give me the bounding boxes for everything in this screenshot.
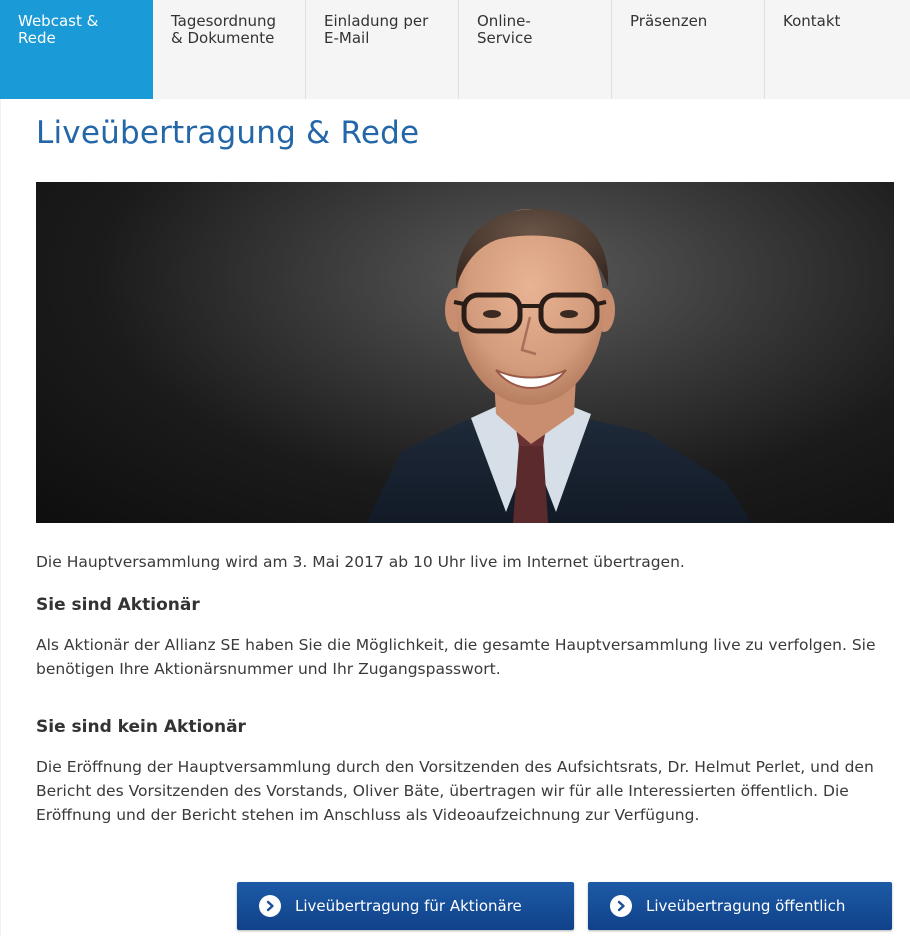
shareholder-text: Als Aktionär der Allianz SE haben Sie di… [36,636,876,678]
livestream-shareholders-button[interactable]: Liveübertragung für Aktionäre [237,882,574,930]
tab-webcast-rede[interactable]: Webcast & Rede [0,0,153,99]
tab-tagesordnung-dokumente[interactable]: Tagesordnung & Dokumente [153,0,306,99]
main-content: Liveübertragung & Rede Die Hauptversamml… [0,99,910,936]
intro-text: Die Hauptversammlung wird am 3. Mai 2017… [36,553,685,571]
tab-praesenzen[interactable]: Präsenzen [612,0,765,99]
page-title: Liveübertragung & Rede [36,115,420,151]
chevron-right-circle-icon [259,895,281,917]
chevron-right-circle-icon [610,895,632,917]
non-shareholder-text: Die Eröffnung der Hauptversammlung durch… [36,758,874,824]
heading-shareholder: Sie sind Aktionär [36,595,200,615]
tab-online-service[interactable]: Online- Service [459,0,612,99]
livestream-shareholders-label: Liveübertragung für Aktionäre [295,897,522,915]
livestream-public-button[interactable]: Liveübertragung öffentlich [588,882,892,930]
tab-kontakt[interactable]: Kontakt [765,0,910,99]
speaker-portrait-image [36,182,894,523]
livestream-public-label: Liveübertragung öffentlich [646,897,846,915]
tab-bar: Webcast & Rede Tagesordnung & Dokumente … [0,0,910,99]
heading-non-shareholder: Sie sind kein Aktionär [36,717,246,737]
tab-einladung-email[interactable]: Einladung per E-Mail [306,0,459,99]
